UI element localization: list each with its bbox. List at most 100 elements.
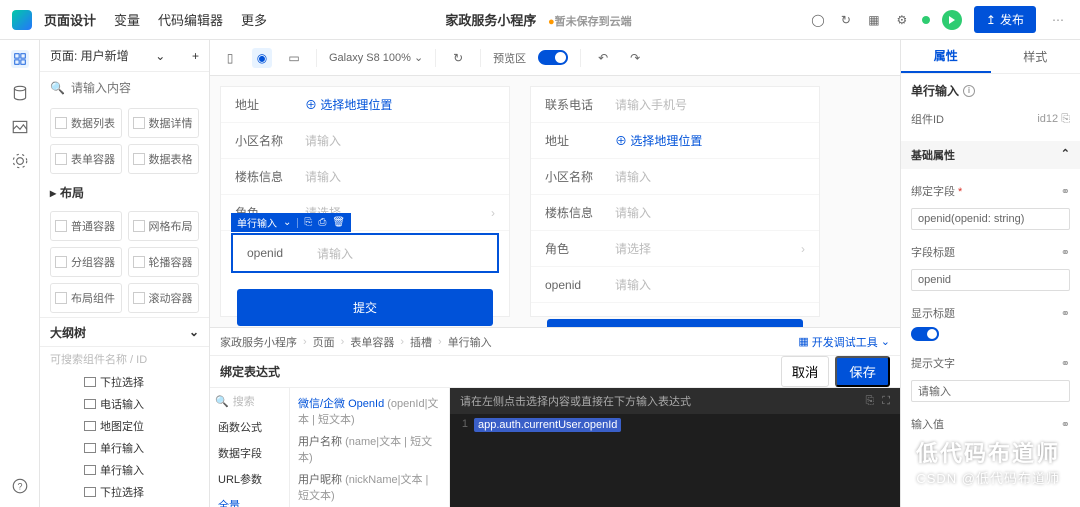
layout-heading[interactable]: ▸ 布局 (40, 178, 209, 207)
tab-code-editor[interactable]: 代码编辑器 (158, 10, 223, 29)
link-icon[interactable]: ⚭ (1061, 357, 1070, 370)
selected-element[interactable]: openid请输入 (231, 233, 499, 273)
devtool-link[interactable]: ▦ 开发调试工具 ⌄ (798, 334, 890, 350)
rail-data-icon[interactable] (11, 84, 29, 102)
form-row[interactable]: 角色请选择› (531, 231, 819, 267)
comp-data-table[interactable]: 数据表格 (128, 144, 200, 174)
hint-text-input[interactable] (911, 380, 1070, 402)
link-icon[interactable]: ⚭ (1061, 307, 1070, 320)
paste-icon[interactable]: ⎙ (318, 217, 326, 228)
preview-label: 预览区 (493, 50, 526, 66)
expr-tab[interactable]: URL参数 (210, 466, 289, 492)
app-title: 家政服务小程序 ●暂未保存到云端 (267, 10, 810, 29)
tree-item[interactable]: 地图定位 (40, 415, 209, 437)
form-row[interactable]: 楼栋信息请输入 (531, 195, 819, 231)
save-button[interactable]: 保存 (835, 356, 890, 387)
form-row[interactable]: 楼栋信息请输入 (221, 159, 509, 195)
tree-search-placeholder[interactable]: 可搜索组件名称 / ID (40, 347, 209, 371)
play-button[interactable] (942, 10, 962, 30)
comp-group-container[interactable]: 分组容器 (50, 247, 122, 277)
link-icon[interactable]: ⚭ (1061, 418, 1070, 431)
code-editor[interactable]: 请在左侧点击选择内容或直接在下方输入表达式 ⎘⛶ 1app.auth.curre… (450, 388, 900, 507)
tree-item[interactable]: 电话输入 (40, 393, 209, 415)
history-icon[interactable]: ↻ (838, 12, 854, 28)
show-label-toggle[interactable] (911, 327, 939, 341)
component-search: 🔍 ⇅ (40, 72, 209, 104)
more-icon[interactable]: ⋯ (1048, 9, 1068, 31)
form-row[interactable]: 小区名称请输入 (531, 159, 819, 195)
chevron-down-icon[interactable]: ⌄ (189, 325, 199, 339)
form-row[interactable]: 联系电话请输入手机号 (531, 87, 819, 123)
desktop-icon[interactable]: ▭ (284, 48, 304, 68)
form-row[interactable]: 地址⊕ 选择地理位置 (531, 123, 819, 159)
redo-icon[interactable]: ↷ (625, 48, 645, 68)
left-panel: 页面: 用户新增 ⌄ + 🔍 ⇅ 数据列表 数据详情 表单容器 数据表格 ▸ 布… (40, 40, 210, 507)
rail-settings-icon[interactable] (11, 152, 29, 170)
copy-icon[interactable]: ⎘ (304, 217, 312, 228)
canvas-preview: 联系电话请输入手机号地址⊕ 选择地理位置小区名称请输入楼栋信息请输入角色请选择›… (530, 86, 820, 317)
comp-grid-layout[interactable]: 网格布局 (128, 211, 200, 241)
undo-icon[interactable]: ↶ (593, 48, 613, 68)
expr-var[interactable]: 微信/企微 OpenId (openId|文本 | 短文本) (294, 392, 445, 430)
submit-button[interactable]: 提交 (547, 319, 803, 327)
tab-variables[interactable]: 变量 (114, 10, 140, 29)
expr-tab[interactable]: 全量 (210, 492, 289, 507)
field-label-input[interactable] (911, 269, 1070, 291)
comp-form-container[interactable]: 表单容器 (50, 144, 122, 174)
mobile-icon-active[interactable]: ◉ (252, 48, 272, 68)
tree-item[interactable]: 下拉选择 (40, 371, 209, 393)
status-dot (922, 16, 930, 24)
publish-button[interactable]: ↥ 发布 (974, 6, 1036, 33)
form-row[interactable]: 地址⊕ 选择地理位置 (221, 87, 509, 123)
form-row[interactable]: 小区名称请输入 (221, 123, 509, 159)
tree-item[interactable]: 单行输入 (40, 437, 209, 459)
comp-layout-comp[interactable]: 布局组件 (50, 283, 122, 313)
delete-icon[interactable]: 🗑 (332, 217, 345, 228)
tree-item[interactable]: 下拉选择D (40, 503, 209, 507)
expr-var[interactable]: 用户昵称 (nickName|文本 | 短文本) (294, 468, 445, 506)
preview-toggle[interactable] (538, 50, 568, 65)
tab-props[interactable]: 属性 (901, 40, 991, 73)
link-icon[interactable]: ⚭ (1061, 185, 1070, 198)
rail-image-icon[interactable] (11, 118, 29, 136)
basic-section[interactable]: 基础属性⌃ (901, 141, 1080, 169)
copy-icon[interactable]: ⎘ (865, 395, 874, 408)
form-row[interactable]: openid请输入 (531, 267, 819, 303)
tab-more[interactable]: 更多 (241, 10, 267, 29)
comp-normal-container[interactable]: 普通容器 (50, 211, 122, 241)
add-page-icon[interactable]: + (192, 49, 199, 63)
settings-icon[interactable]: ⚙ (894, 12, 910, 28)
info-icon[interactable]: i (963, 85, 975, 97)
tab-page-design[interactable]: 页面设计 (44, 10, 96, 29)
help-icon[interactable]: ◯ (810, 12, 826, 28)
breadcrumb: 家政服务小程序› 页面› 表单容器› 插槽› 单行输入 ▦ 开发调试工具 ⌄ (210, 328, 900, 356)
submit-button[interactable]: 提交 (237, 289, 493, 326)
page-selector[interactable]: 页面: 用户新增 ⌄ + (40, 40, 209, 72)
component-id[interactable]: id12 ⎘ (1037, 113, 1070, 126)
expr-var[interactable]: 用户名称 (name|文本 | 短文本) (294, 430, 445, 468)
expr-tab[interactable]: 函数公式 (210, 414, 289, 440)
tree-item[interactable]: 单行输入 (40, 459, 209, 481)
comp-scroll-container[interactable]: 滚动容器 (128, 283, 200, 313)
code-token[interactable]: app.auth.currentUser.openId (474, 418, 621, 432)
grid-icon[interactable]: ▦ (866, 12, 882, 28)
refresh-icon[interactable]: ↻ (448, 48, 468, 68)
tree-item[interactable]: 下拉选择 (40, 481, 209, 503)
search-input[interactable] (71, 81, 210, 95)
rail-help-icon[interactable]: ? (11, 477, 29, 495)
fullscreen-icon[interactable]: ⛶ (882, 395, 890, 408)
expr-variables: 微信/企微 OpenId (openId|文本 | 短文本)用户名称 (name… (290, 388, 450, 507)
canvas-editor[interactable]: 地址⊕ 选择地理位置小区名称请输入楼栋信息请输入角色请选择› 单行输入⌄ ⎘ ⎙… (220, 86, 510, 317)
comp-data-list[interactable]: 数据列表 (50, 108, 122, 138)
mobile-icon[interactable]: ▯ (220, 48, 240, 68)
tab-style[interactable]: 样式 (991, 40, 1080, 73)
link-icon[interactable]: ⚭ (1061, 246, 1070, 259)
expr-tab[interactable]: 数据字段 (210, 440, 289, 466)
comp-carousel[interactable]: 轮播容器 (128, 247, 200, 277)
bind-field-input[interactable] (911, 208, 1070, 230)
cancel-button[interactable]: 取消 (781, 356, 830, 387)
rail-components-icon[interactable] (11, 50, 29, 68)
device-select[interactable]: Galaxy S8 100% ⌄ (329, 51, 423, 64)
top-nav: 页面设计 变量 代码编辑器 更多 (44, 10, 267, 29)
comp-data-detail[interactable]: 数据详情 (128, 108, 200, 138)
